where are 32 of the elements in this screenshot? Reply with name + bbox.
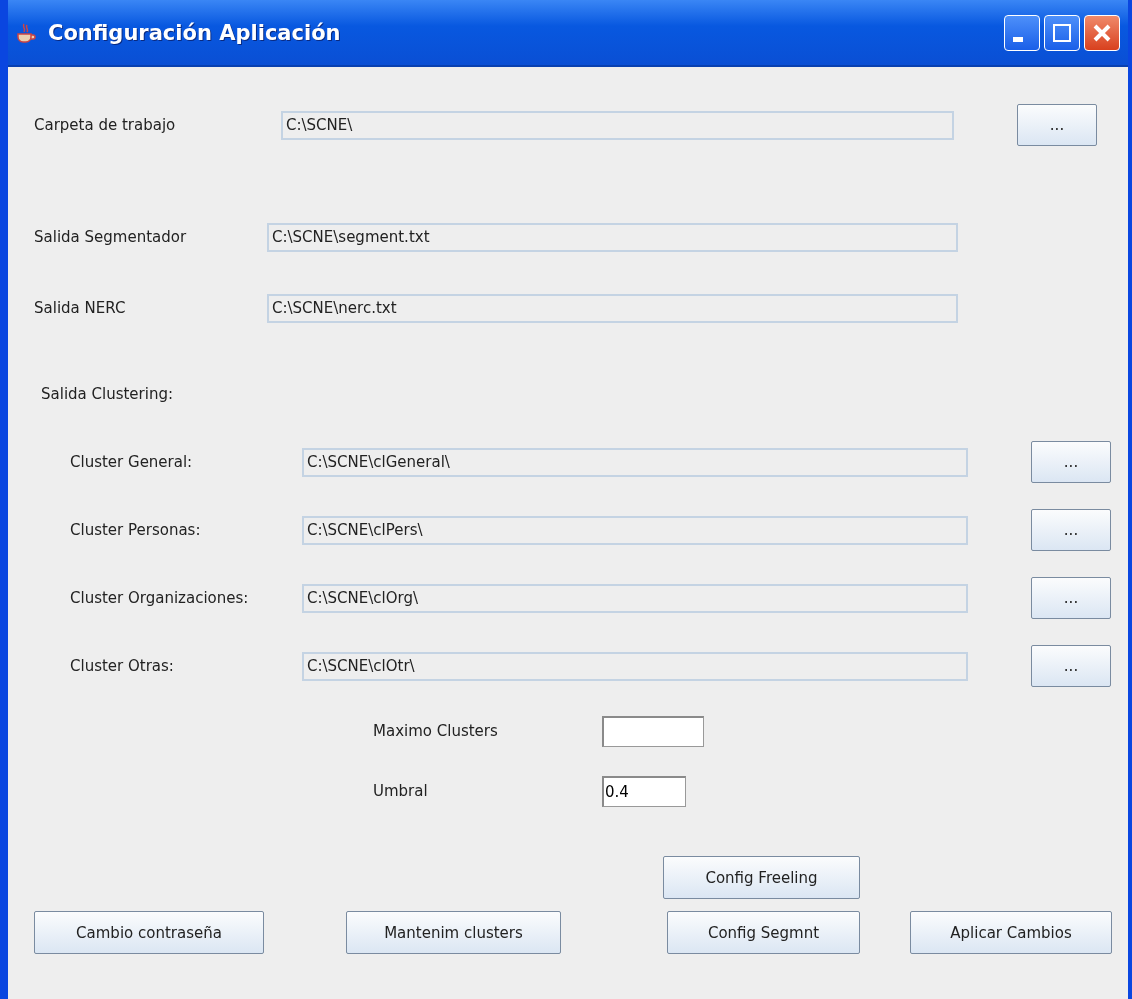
field-label: Cluster Personas: [70, 521, 202, 539]
window-title: Configuración Aplicación [48, 20, 341, 45]
action-button[interactable]: Mantenim clusters [346, 911, 561, 954]
path-field[interactable]: C:\SCNE\clOtr\ [302, 651, 968, 681]
path-field[interactable]: C:\SCNE\ [281, 110, 954, 140]
path-field[interactable]: C:\SCNE\clPers\ [302, 515, 968, 545]
field-label: Maximo Clusters [373, 722, 499, 740]
field-label: Umbral [373, 782, 429, 800]
browse-button[interactable]: ... [1031, 577, 1111, 619]
section-label: Salida Clustering: [41, 384, 175, 405]
config-freeling-button[interactable]: Config Freeling [663, 856, 860, 899]
browse-button[interactable]: ... [1031, 645, 1111, 687]
number-field[interactable] [602, 715, 704, 747]
browse-button[interactable]: ... [1031, 441, 1111, 483]
number-field[interactable]: 0.4 [602, 775, 686, 807]
path-field[interactable]: C:\SCNE\clOrg\ [302, 583, 968, 613]
path-field[interactable]: C:\SCNE\segment.txt [267, 222, 958, 252]
minimize-icon [1013, 37, 1023, 42]
browse-button[interactable]: ... [1031, 509, 1111, 551]
path-field[interactable]: C:\SCNE\clGeneral\ [302, 447, 968, 477]
browse-button[interactable]: ... [1017, 104, 1097, 146]
minimize-button[interactable] [1004, 14, 1040, 51]
field-label: Cluster Otras: [70, 657, 175, 675]
close-button[interactable] [1084, 14, 1120, 51]
field-label: Carpeta de trabajo [34, 116, 177, 134]
field-label: Cluster General: [70, 453, 194, 471]
field-label: Cluster Organizaciones: [70, 589, 250, 607]
action-button[interactable]: Cambio contraseña [34, 911, 264, 954]
action-button[interactable]: Aplicar Cambios [910, 911, 1112, 954]
action-button[interactable]: Config Segmnt [667, 911, 860, 954]
path-field[interactable]: C:\SCNE\nerc.txt [267, 293, 958, 323]
maximize-button[interactable] [1044, 14, 1080, 51]
